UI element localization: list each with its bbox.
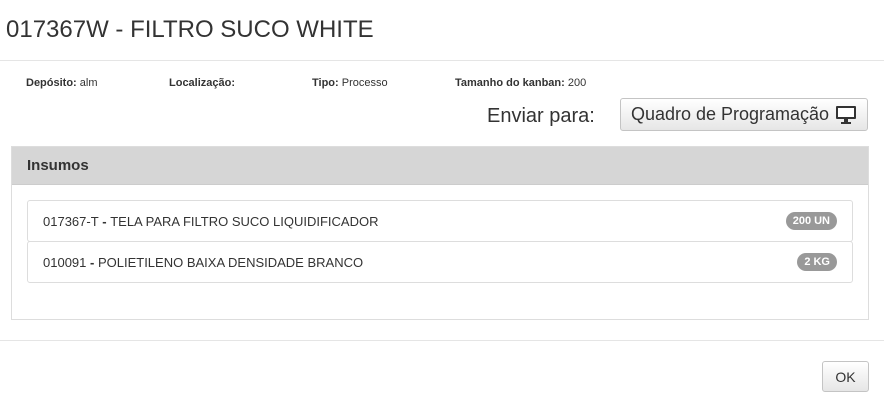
modal-footer: OK — [0, 340, 884, 400]
send-to-schedule-board-button[interactable]: Quadro de Programação — [620, 98, 868, 131]
localizacao-label: Localização: — [169, 77, 236, 89]
modal-header: 017367W - FILTRO SUCO WHITE — [0, 0, 884, 61]
info-localizacao: Localização: — [169, 77, 235, 89]
info-kanban: Tamanho do kanban: 200 — [455, 77, 586, 89]
insumos-list: 017367-T - TELA PARA FILTRO SUCO LIQUIDI… — [27, 200, 853, 283]
send-button-label: Quadro de Programação — [630, 104, 830, 124]
list-item[interactable]: 010091 - POLIETILENO BAIXA DENSIDADE BRA… — [27, 241, 853, 283]
panel-heading: Insumos — [12, 147, 868, 185]
item-separator: - — [98, 214, 111, 229]
modal-dialog: 017367W - FILTRO SUCO WHITE Depósito: al… — [0, 0, 884, 400]
quantity-badge: 2 KG — [797, 253, 837, 271]
kanban-value: 200 — [567, 77, 587, 89]
tipo-value: Processo — [341, 77, 388, 89]
item-text: 017367-T - TELA PARA FILTRO SUCO LIQUIDI… — [43, 214, 378, 229]
item-text: 010091 - POLIETILENO BAIXA DENSIDADE BRA… — [43, 255, 363, 270]
kanban-label: Tamanho do kanban: — [455, 77, 565, 89]
list-item[interactable]: 017367-T - TELA PARA FILTRO SUCO LIQUIDI… — [27, 200, 853, 242]
item-description: TELA PARA FILTRO SUCO LIQUIDIFICADOR — [110, 214, 379, 229]
monitor-icon — [835, 105, 857, 125]
send-to-label: Enviar para: — [487, 105, 595, 127]
ok-button[interactable]: OK — [822, 361, 869, 392]
item-code: 010091 — [43, 255, 87, 270]
deposito-value: alm — [79, 77, 98, 89]
item-description: POLIETILENO BAIXA DENSIDADE BRANCO — [97, 255, 364, 270]
quantity-badge: 200 UN — [785, 212, 837, 230]
modal-title: 017367W - FILTRO SUCO WHITE — [6, 16, 374, 43]
tipo-label: Tipo: — [312, 77, 339, 89]
info-tipo: Tipo: Processo — [312, 77, 388, 89]
panel-title: Insumos — [27, 157, 89, 174]
deposito-label: Depósito: — [26, 77, 77, 89]
send-row: Enviar para: Quadro de Programação — [0, 98, 884, 132]
info-row: Depósito: alm Localização: Tipo: Process… — [0, 77, 884, 93]
item-code: 017367-T — [43, 214, 99, 229]
info-deposito: Depósito: alm — [26, 77, 98, 89]
item-separator: - — [86, 255, 98, 270]
